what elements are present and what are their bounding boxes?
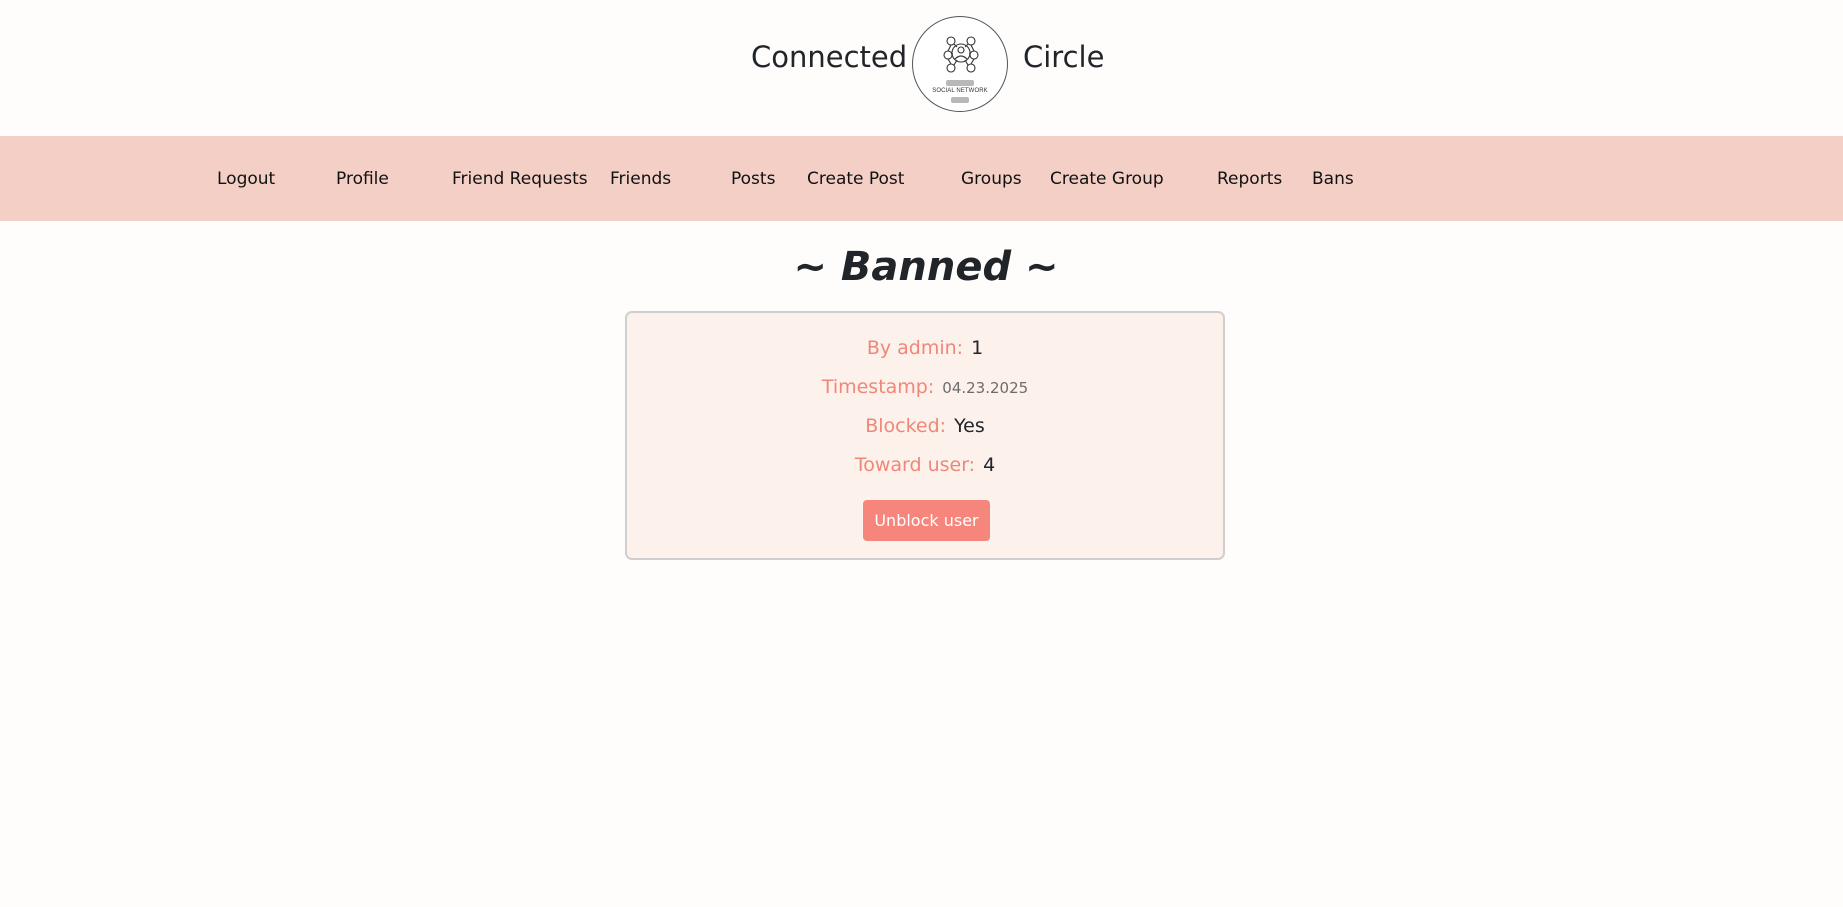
nav-profile[interactable]: Profile	[336, 169, 389, 189]
toward-user-value: 4	[983, 454, 996, 476]
nav-groups[interactable]: Groups	[961, 169, 1022, 189]
logo-redacted-text	[951, 97, 969, 103]
nav-friend-requests[interactable]: Friend Requests	[452, 169, 588, 189]
nav-create-post[interactable]: Create Post	[807, 169, 904, 189]
blocked-value: Yes	[954, 415, 985, 437]
nav-create-group[interactable]: Create Group	[1050, 169, 1164, 189]
timestamp-row: Timestamp: 04.23.2025	[627, 376, 1223, 398]
blocked-label: Blocked:	[865, 415, 947, 437]
by-admin-row: By admin: 1	[627, 337, 1223, 359]
site-header: Connected SOCIAL NETWORK Circle	[0, 0, 1843, 136]
nav-friends[interactable]: Friends	[610, 169, 671, 189]
toward-user-label: Toward user:	[854, 454, 976, 476]
brand-name-right: Circle	[1023, 40, 1105, 74]
logo-caption: SOCIAL NETWORK	[932, 88, 988, 94]
timestamp-value: 04.23.2025	[942, 379, 1029, 397]
by-admin-value: 1	[971, 337, 984, 359]
blocked-row: Blocked: Yes	[627, 415, 1223, 437]
by-admin-label: By admin:	[866, 337, 964, 359]
nav-bans[interactable]: Bans	[1312, 169, 1354, 189]
nav-logout[interactable]: Logout	[217, 169, 275, 189]
ban-card: By admin: 1 Timestamp: 04.23.2025 Blocked:…	[625, 311, 1225, 560]
brand-name-left: Connected	[751, 40, 908, 74]
logo-redacted-text	[946, 80, 974, 86]
page-title: ~ Banned ~	[793, 244, 1059, 290]
timestamp-label: Timestamp:	[821, 376, 935, 398]
nav-posts[interactable]: Posts	[731, 169, 775, 189]
nav-reports[interactable]: Reports	[1217, 169, 1282, 189]
main-nav: Logout Profile Friend Requests Friends P…	[0, 136, 1843, 221]
logo[interactable]: SOCIAL NETWORK	[912, 16, 1008, 112]
toward-user-row: Toward user: 4	[627, 454, 1223, 476]
unblock-user-button[interactable]: Unblock user	[863, 500, 990, 541]
